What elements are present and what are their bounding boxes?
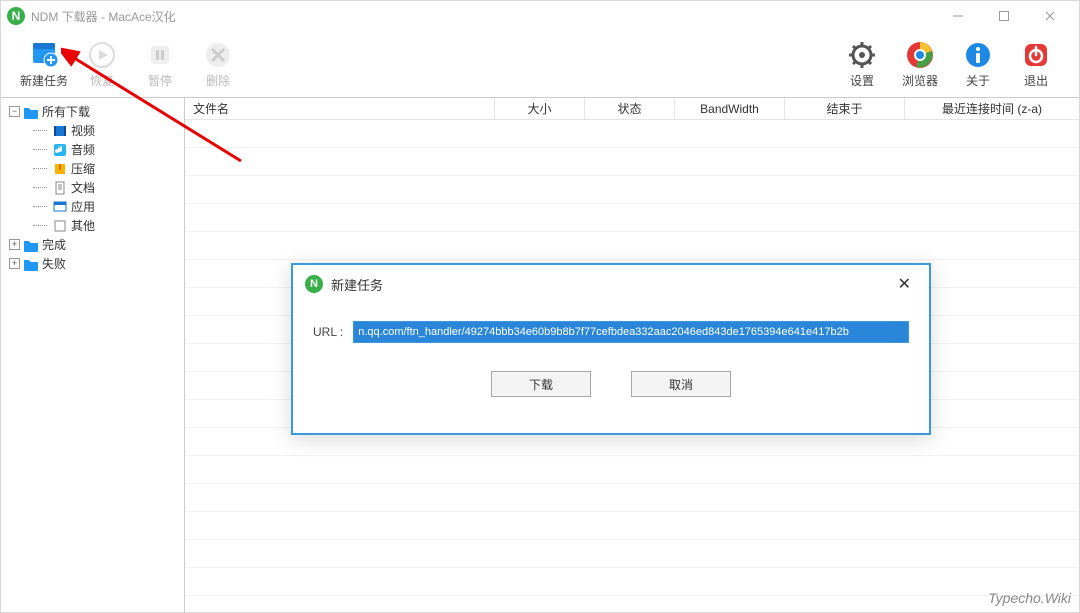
exit-button[interactable]: 退出 <box>1007 33 1065 95</box>
app-icon: N <box>7 7 25 25</box>
table-row <box>185 232 1079 260</box>
sidebar-item-archive[interactable]: 压缩 <box>3 159 182 178</box>
sidebar-item-label: 完成 <box>42 236 66 253</box>
col-lastconn[interactable]: 最近连接时间 (z-a) <box>905 98 1079 119</box>
gear-icon <box>847 40 877 70</box>
power-icon <box>1021 40 1051 70</box>
sidebar-item-application[interactable]: 应用 <box>3 197 182 216</box>
sidebar-item-label: 文档 <box>71 179 95 196</box>
delete-icon <box>203 40 233 70</box>
table-header: 文件名 大小 状态 BandWidth 结束于 最近连接时间 (z-a) <box>185 98 1079 120</box>
sidebar-item-completed[interactable]: + 完成 <box>3 235 182 254</box>
dialog-close-button[interactable]: ✕ <box>892 270 917 298</box>
sidebar-item-label: 压缩 <box>71 160 95 177</box>
info-icon <box>963 40 993 70</box>
col-size[interactable]: 大小 <box>495 98 585 119</box>
col-filename[interactable]: 文件名 <box>185 98 495 119</box>
collapse-icon[interactable]: − <box>9 106 20 117</box>
toolbar: 新建任务 恢复 暂停 删除 设置 <box>1 31 1079 97</box>
about-label: 关于 <box>966 72 990 89</box>
url-label: URL : <box>313 325 343 339</box>
download-button[interactable]: 下载 <box>491 371 591 397</box>
video-icon <box>52 123 68 139</box>
dialog-title-text: 新建任务 <box>331 275 383 294</box>
folder-icon <box>23 256 39 272</box>
browser-label: 浏览器 <box>902 72 938 89</box>
table-row <box>185 540 1079 568</box>
archive-icon <box>52 161 68 177</box>
cancel-button[interactable]: 取消 <box>631 371 731 397</box>
col-bandwidth[interactable]: BandWidth <box>675 98 785 119</box>
table-row <box>185 568 1079 596</box>
app-window: N NDM 下载器 - MacAce汉化 <box>0 0 1080 613</box>
new-task-dialog: N 新建任务 ✕ URL : 下载 取消 <box>291 263 931 435</box>
folder-icon <box>23 104 39 120</box>
new-task-icon <box>29 40 59 70</box>
sidebar-item-label: 失败 <box>42 255 66 272</box>
titlebar: N NDM 下载器 - MacAce汉化 <box>1 1 1079 31</box>
dialog-titlebar: N 新建任务 ✕ <box>293 265 929 303</box>
sidebar-item-document[interactable]: 文档 <box>3 178 182 197</box>
watermark: Typecho.Wiki <box>988 590 1071 606</box>
other-icon <box>52 218 68 234</box>
url-row: URL : <box>313 321 909 343</box>
sidebar-item-label: 音频 <box>71 141 95 158</box>
table-row <box>185 456 1079 484</box>
sidebar-item-label: 应用 <box>71 198 95 215</box>
delete-label: 删除 <box>206 72 230 89</box>
resume-icon <box>87 40 117 70</box>
settings-button[interactable]: 设置 <box>833 33 891 95</box>
sidebar-item-label: 其他 <box>71 217 95 234</box>
document-icon <box>52 180 68 196</box>
col-endtime[interactable]: 结束于 <box>785 98 905 119</box>
resume-label: 恢复 <box>90 72 114 89</box>
application-icon <box>52 199 68 215</box>
pause-icon <box>145 40 175 70</box>
sidebar-item-label: 视频 <box>71 122 95 139</box>
delete-button[interactable]: 删除 <box>189 33 247 95</box>
window-controls <box>935 1 1073 31</box>
sidebar-item-all-downloads[interactable]: − 所有下载 <box>3 102 182 121</box>
col-status[interactable]: 状态 <box>585 98 675 119</box>
sidebar-item-failed[interactable]: + 失败 <box>3 254 182 273</box>
table-row <box>185 484 1079 512</box>
about-button[interactable]: 关于 <box>949 33 1007 95</box>
sidebar-item-label: 所有下载 <box>42 103 90 120</box>
pause-button[interactable]: 暂停 <box>131 33 189 95</box>
table-row <box>185 148 1079 176</box>
sidebar-item-audio[interactable]: 音频 <box>3 140 182 159</box>
new-task-button[interactable]: 新建任务 <box>15 33 73 95</box>
dialog-body: URL : 下载 取消 <box>293 303 929 433</box>
exit-label: 退出 <box>1024 72 1048 89</box>
folder-icon <box>23 237 39 253</box>
dialog-buttons: 下载 取消 <box>313 371 909 397</box>
table-row <box>185 120 1079 148</box>
table-row <box>185 176 1079 204</box>
settings-label: 设置 <box>850 72 874 89</box>
resume-button[interactable]: 恢复 <box>73 33 131 95</box>
sidebar-item-other[interactable]: 其他 <box>3 216 182 235</box>
chrome-icon <box>905 40 935 70</box>
table-row <box>185 204 1079 232</box>
browser-button[interactable]: 浏览器 <box>891 33 949 95</box>
pause-label: 暂停 <box>148 72 172 89</box>
url-input[interactable] <box>353 321 909 343</box>
expand-icon[interactable]: + <box>9 239 20 250</box>
new-task-label: 新建任务 <box>20 72 68 89</box>
window-title: NDM 下载器 - MacAce汉化 <box>31 8 176 25</box>
sidebar: − 所有下载 视频 音频 压缩 文档 <box>1 98 185 612</box>
table-row <box>185 512 1079 540</box>
app-icon: N <box>305 275 323 293</box>
minimize-button[interactable] <box>935 1 981 31</box>
audio-icon <box>52 142 68 158</box>
close-button[interactable] <box>1027 1 1073 31</box>
sidebar-item-video[interactable]: 视频 <box>3 121 182 140</box>
expand-icon[interactable]: + <box>9 258 20 269</box>
maximize-button[interactable] <box>981 1 1027 31</box>
